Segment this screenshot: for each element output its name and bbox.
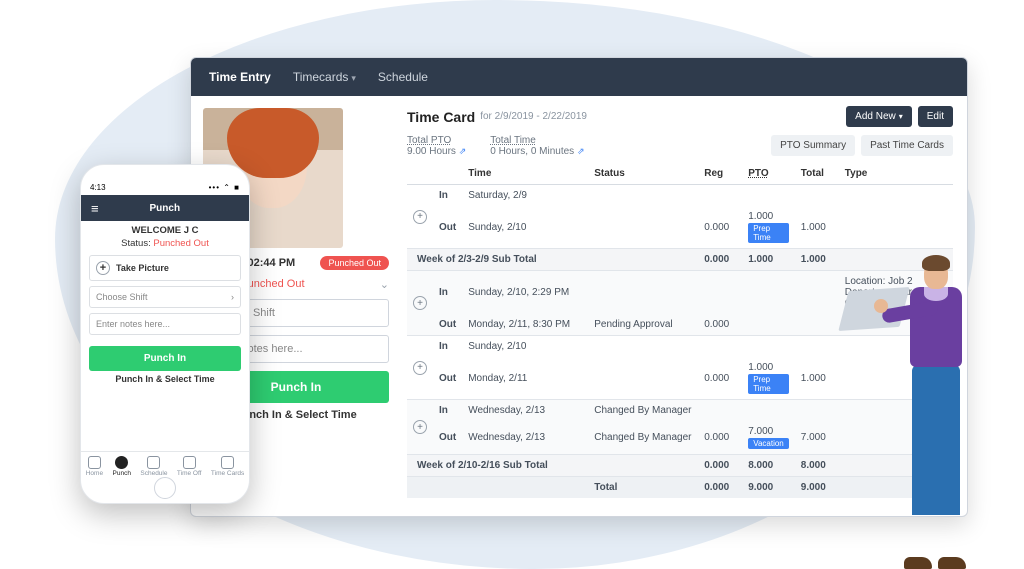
tab-home[interactable]: Home (86, 456, 103, 477)
past-timecards-button[interactable]: Past Time Cards (861, 135, 953, 156)
external-link-icon[interactable]: ⇗ (577, 146, 585, 156)
tab-punch[interactable]: Punch (113, 456, 131, 477)
add-new-button[interactable]: Add New▾ (846, 106, 912, 127)
punch-in-button[interactable]: Punch In (89, 346, 241, 371)
chevron-down-icon: ▾ (351, 73, 356, 83)
nav-timecards[interactable]: Timecards▾ (293, 70, 356, 84)
col-time: Time (462, 163, 588, 185)
expand-row-icon[interactable]: + (413, 420, 427, 434)
pto-summary-button[interactable]: PTO Summary (771, 135, 855, 156)
punch-in-select-time-link[interactable]: Punch In & Select Time (89, 374, 241, 384)
top-nav: Time Entry Timecards▾ Schedule (191, 58, 967, 96)
total-pto-label: Total PTO (407, 135, 466, 146)
take-picture-button[interactable]: + Take Picture (89, 255, 241, 281)
chevron-down-icon[interactable]: ⌄ (380, 278, 389, 291)
phone-signal: ••• ⌃ ■ (209, 183, 240, 192)
col-type: Type (839, 163, 953, 185)
choose-shift-select[interactable]: Choose Shift› (89, 286, 241, 308)
menu-icon[interactable]: ≡ (91, 201, 99, 216)
status-badge: Punched Out (320, 256, 389, 270)
edit-button[interactable]: Edit (918, 106, 953, 127)
desktop-window: Time Entry Timecards▾ Schedule e was 3:0… (190, 57, 968, 517)
total-pto-value: 9.00 Hours (407, 146, 456, 157)
home-icon (88, 456, 101, 469)
tab-timecards[interactable]: Time Cards (211, 456, 244, 477)
notes-input[interactable]: Enter notes here... (89, 313, 241, 335)
phone-clock: 4:13 (90, 183, 106, 192)
col-status: Status (588, 163, 698, 185)
col-total: Total (795, 163, 839, 185)
tab-schedule[interactable]: Schedule (140, 456, 167, 477)
timecards-icon (221, 456, 234, 469)
phone-mockup: 4:13 ••• ⌃ ■ ≡ Punch WELCOME J C Status:… (80, 164, 250, 504)
status-label: Status: (121, 238, 151, 249)
nav-time-entry[interactable]: Time Entry (209, 70, 271, 84)
calendar-icon (147, 456, 160, 469)
timecard-range: for 2/9/2019 - 2/22/2019 (480, 111, 587, 122)
total-time-label: Total Time (490, 135, 584, 146)
status-value: Punched Out (153, 238, 208, 249)
col-reg: Reg (698, 163, 742, 185)
chevron-right-icon: › (231, 292, 234, 302)
nav-schedule[interactable]: Schedule (378, 70, 428, 84)
expand-row-icon[interactable]: + (413, 210, 427, 224)
home-button[interactable] (154, 477, 176, 499)
phone-header: ≡ Punch (81, 195, 249, 221)
welcome-text: WELCOME J C (89, 225, 241, 236)
expand-row-icon[interactable]: + (413, 296, 427, 310)
timecard-title: Time Card (407, 109, 475, 125)
tab-timeoff[interactable]: Time Off (177, 456, 202, 477)
chevron-down-icon: ▾ (899, 112, 903, 121)
total-time-value: 0 Hours, 0 Minutes (490, 146, 574, 157)
phone-screen-title: Punch (150, 203, 181, 214)
timeoff-icon (183, 456, 196, 469)
expand-row-icon[interactable]: + (413, 361, 427, 375)
external-link-icon[interactable]: ⇗ (459, 146, 467, 156)
col-pto: PTO (742, 163, 795, 185)
illustration-person (868, 249, 998, 569)
plus-icon: + (96, 261, 110, 275)
clock-icon (115, 456, 128, 469)
